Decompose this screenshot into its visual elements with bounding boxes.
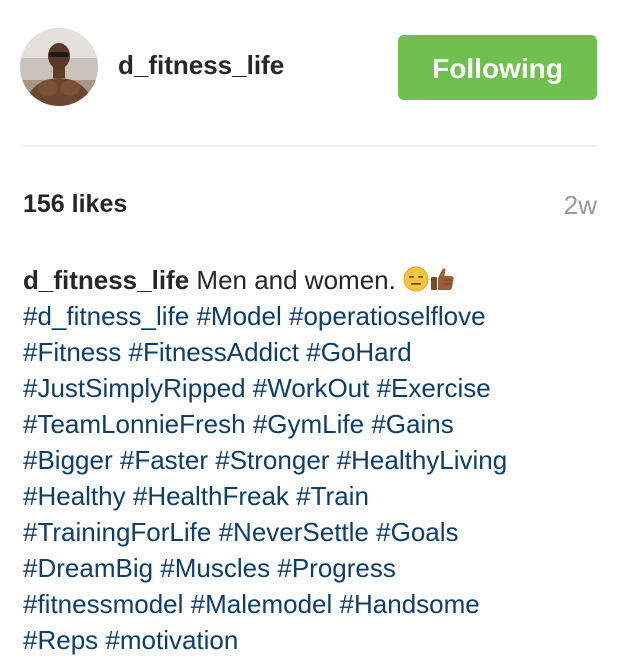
hashtag-link[interactable]: #Exercise bbox=[377, 373, 491, 403]
hashtag-link[interactable]: #Model bbox=[196, 301, 281, 331]
caption-first-line: d_fitness_life Men and women. bbox=[23, 262, 613, 298]
hashtag-link[interactable]: #Stronger bbox=[215, 445, 329, 475]
username-link[interactable]: d_fitness_life bbox=[118, 50, 284, 81]
caption: d_fitness_life Men and women. #d_fitness… bbox=[23, 262, 613, 658]
hashtag-line: #TrainingForLife #NeverSettle #Goals bbox=[23, 514, 613, 550]
hashtag-link[interactable]: #TeamLonnieFresh bbox=[23, 409, 246, 439]
hashtag-link[interactable]: #Muscles bbox=[160, 553, 270, 583]
hashtag-link[interactable]: #Reps bbox=[23, 625, 98, 655]
hashtag-link[interactable]: #Faster bbox=[120, 445, 208, 475]
hashtag-line: #Fitness #FitnessAddict #GoHard bbox=[23, 334, 613, 370]
caption-author-link[interactable]: d_fitness_life bbox=[23, 265, 189, 295]
hashtag-link[interactable]: #fitnessmodel bbox=[23, 589, 183, 619]
hashtag-link[interactable]: #Gains bbox=[371, 409, 453, 439]
post-header: d_fitness_life Following bbox=[0, 0, 626, 140]
hashtag-line: #TeamLonnieFresh #GymLife #Gains bbox=[23, 406, 613, 442]
profile-photo-icon bbox=[20, 28, 98, 106]
hashtag-link[interactable]: #TrainingForLife bbox=[23, 517, 211, 547]
divider bbox=[23, 145, 597, 147]
post-timestamp: 2w bbox=[563, 190, 597, 220]
likes-count[interactable]: 156 likes bbox=[23, 190, 127, 219]
hashtag-line: #d_fitness_life #Model #operatioselflove bbox=[23, 298, 613, 334]
hashtag-link[interactable]: #WorkOut bbox=[253, 373, 370, 403]
hashtag-link[interactable]: #Fitness bbox=[23, 337, 121, 367]
hashtag-link[interactable]: #JustSimplyRipped bbox=[23, 373, 246, 403]
hashtag-link[interactable]: #HealthyLiving bbox=[337, 445, 508, 475]
hashtag-link[interactable]: #d_fitness_life bbox=[23, 301, 189, 331]
hashtag-line: #Healthy #HealthFreak #Train bbox=[23, 478, 613, 514]
hashtag-link[interactable]: #GymLife bbox=[253, 409, 364, 439]
expressionless-face-emoji-icon bbox=[403, 266, 429, 292]
hashtag-line: #JustSimplyRipped #WorkOut #Exercise bbox=[23, 370, 613, 406]
following-button[interactable]: Following bbox=[398, 35, 597, 100]
avatar[interactable] bbox=[20, 28, 98, 106]
caption-text: Men and women. bbox=[196, 265, 396, 295]
hashtag-link[interactable]: #GoHard bbox=[306, 337, 412, 367]
hashtag-link[interactable]: #DreamBig bbox=[23, 553, 153, 583]
hashtag-link[interactable]: #HealthFreak bbox=[133, 481, 289, 511]
hashtag-link[interactable]: #motivation bbox=[105, 625, 238, 655]
hashtag-link[interactable]: #Bigger bbox=[23, 445, 113, 475]
hashtag-link[interactable]: #FitnessAddict bbox=[129, 337, 300, 367]
hashtag-line: #fitnessmodel #Malemodel #Handsome bbox=[23, 586, 613, 622]
hashtag-link[interactable]: #Train bbox=[296, 481, 369, 511]
hashtag-link[interactable]: #Healthy bbox=[23, 481, 126, 511]
hashtag-link[interactable]: #NeverSettle bbox=[219, 517, 369, 547]
hashtag-link[interactable]: #Progress bbox=[277, 553, 396, 583]
hashtag-link[interactable]: #Handsome bbox=[340, 589, 480, 619]
hashtag-line: #Bigger #Faster #Stronger #HealthyLiving bbox=[23, 442, 613, 478]
hashtag-link[interactable]: #Malemodel bbox=[191, 589, 333, 619]
hashtag-line: #DreamBig #Muscles #Progress bbox=[23, 550, 613, 586]
hashtag-list: #d_fitness_life #Model #operatioselflove… bbox=[23, 298, 613, 658]
hashtag-link[interactable]: #operatioselflove bbox=[289, 301, 486, 331]
thumbs-up-emoji-icon bbox=[431, 268, 454, 290]
hashtag-link[interactable]: #Goals bbox=[376, 517, 458, 547]
hashtag-line: #Reps #motivation bbox=[23, 622, 613, 658]
